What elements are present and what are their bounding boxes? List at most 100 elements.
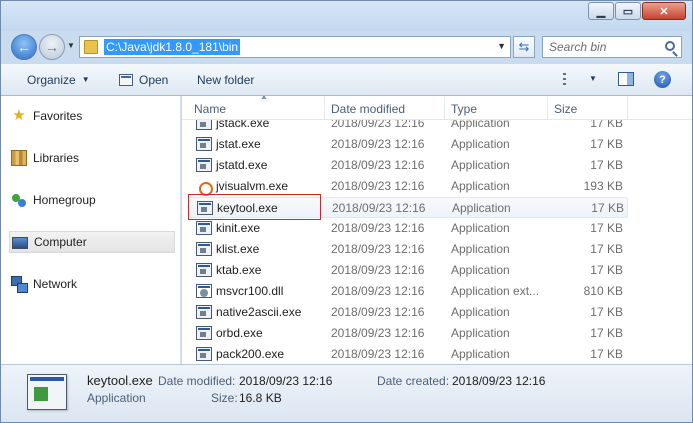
file-size: 17 KB [591,201,624,215]
sidebar-item-homegroup[interactable]: Homegroup [11,189,96,211]
sidebar-item-libraries[interactable]: Libraries [11,147,79,169]
organize-button[interactable]: Organize ▼ [27,72,90,88]
network-icon [11,276,28,293]
file-type: Application [451,137,510,151]
file-row[interactable]: kinit.exe 2018/09/23 12:16 Application 17 K… [188,218,628,239]
file-size: 17 KB [590,137,623,151]
file-row[interactable]: klist.exe 2018/09/23 12:16 Application 17 K… [188,239,628,260]
sidebar-item-label: Homegroup [33,193,96,207]
file-type: Application [451,179,510,193]
file-type: Application [451,242,510,256]
column-header-type[interactable]: Type [445,96,548,120]
folder-icon [84,40,98,54]
file-date-modified: 2018/09/23 12:16 [331,137,425,151]
refresh-button[interactable]: ⇆ [513,36,535,58]
details-pane: keytool.exe Application Date modified: 2… [1,364,692,422]
file-name: pack200.exe [216,347,285,361]
homegroup-icon [11,192,27,208]
sort-ascending-icon: ▲ [260,96,268,101]
file-row[interactable]: msvcr100.dll 2018/09/23 12:16 Application … [188,281,628,302]
sidebar-item-label: Network [33,277,78,291]
navigation-bar: ← → ▼ C:\Java\jdk1.8.0_181\bin ▼ ⇆ Searc… [1,31,692,64]
file-row[interactable]: native2ascii.exe 2018/09/23 12:16 Applicat… [188,302,628,323]
file-row[interactable]: orbd.exe 2018/09/23 12:16 Application 17 KB [188,323,628,344]
file-name: native2ascii.exe [216,305,302,319]
title-bar[interactable]: ▁ ▭ ✕ [1,1,692,31]
file-row[interactable]: pack200.exe 2018/09/23 12:16 Application 17… [188,344,628,364]
file-size: 17 KB [590,347,623,361]
address-bar[interactable]: C:\Java\jdk1.8.0_181\bin ▼ [79,36,511,58]
application-icon [119,74,133,86]
file-name: jstatd.exe [216,158,268,172]
back-arrow-icon: ← [17,39,31,55]
navigation-pane: ★ Favorites Libraries Homegroup Computer… [1,96,181,364]
file-date-modified: 2018/09/23 12:16 [331,263,425,277]
maximize-button[interactable]: ▭ [615,2,641,20]
java-app-icon [196,179,213,196]
address-dropdown-icon[interactable]: ▼ [497,41,506,51]
column-header-date[interactable]: Date modified [325,96,445,120]
file-date-modified: 2018/09/23 12:16 [331,326,425,340]
minimize-button[interactable]: ▁ [588,2,614,20]
computer-icon [12,236,28,249]
file-size: 17 KB [590,158,623,172]
column-header-name[interactable]: ▲ Name [188,96,325,120]
back-button[interactable]: ← [11,34,37,60]
dll-file-icon [196,284,212,298]
address-text[interactable]: C:\Java\jdk1.8.0_181\bin [104,39,241,55]
sidebar-item-network[interactable]: Network [11,273,77,295]
details-date-created-label: Date created: [377,374,450,388]
file-name: ktab.exe [216,263,262,277]
file-date-modified: 2018/09/23 12:16 [331,221,425,235]
file-size: 17 KB [590,242,623,256]
application-icon [27,374,67,410]
file-date-modified: 2018/09/23 12:16 [331,305,425,319]
file-name: orbd.exe [216,326,263,340]
application-icon [196,347,212,361]
column-header-size[interactable]: Size [548,96,628,120]
details-filename: keytool.exe [87,373,153,388]
close-button[interactable]: ✕ [642,2,686,20]
file-name: kinit.exe [216,221,261,235]
command-bar: Organize ▼ Open New folder ▼ ? [1,64,692,96]
preview-pane-icon[interactable] [618,72,634,86]
application-icon [196,305,212,319]
sidebar-item-favorites[interactable]: ★ Favorites [11,105,82,127]
file-type: Application [451,347,510,361]
file-date-modified: 2018/09/23 12:16 [331,158,425,172]
application-icon [196,242,212,256]
file-type: Application [451,326,510,340]
file-date-modified: 2018/09/23 12:16 [331,179,425,193]
application-icon [196,263,212,277]
file-name: klist.exe [216,242,260,256]
file-row[interactable]: jstat.exe 2018/09/23 12:16 Application 17 K… [188,134,628,155]
chevron-down-icon: ▼ [81,75,90,84]
file-date-modified: 2018/09/23 12:16 [332,201,426,215]
file-size: 17 KB [590,221,623,235]
caption-buttons: ▁ ▭ ✕ [587,2,686,20]
file-type: Application [451,263,510,277]
file-size: 17 KB [590,263,623,277]
open-button[interactable]: Open [119,72,168,88]
recent-pages-dropdown[interactable]: ▼ [67,41,75,50]
column-label: Size [554,102,578,116]
new-folder-button[interactable]: New folder [197,72,254,88]
library-icon [11,150,27,166]
star-icon: ★ [12,107,26,124]
help-icon[interactable]: ? [654,71,671,88]
search-icon[interactable] [665,41,675,51]
search-placeholder: Search bin [549,40,607,54]
forward-button[interactable]: → [39,34,65,60]
change-view-icon[interactable] [563,73,579,85]
search-input[interactable]: Search bin [542,36,682,58]
details-date-created: 2018/09/23 12:16 [452,374,546,388]
sidebar-item-computer[interactable]: Computer [9,231,175,253]
file-size: 17 KB [590,305,623,319]
highlight-box [188,194,321,220]
application-icon [196,137,212,151]
file-row[interactable]: ktab.exe 2018/09/23 12:16 Application 17 KB [188,260,628,281]
file-type: Application [451,305,510,319]
view-options-dropdown[interactable]: ▼ [589,74,597,83]
column-header: ▲ Name Date modified Type Size [182,96,692,120]
file-row[interactable]: jstatd.exe 2018/09/23 12:16 Application 17 … [188,155,628,176]
